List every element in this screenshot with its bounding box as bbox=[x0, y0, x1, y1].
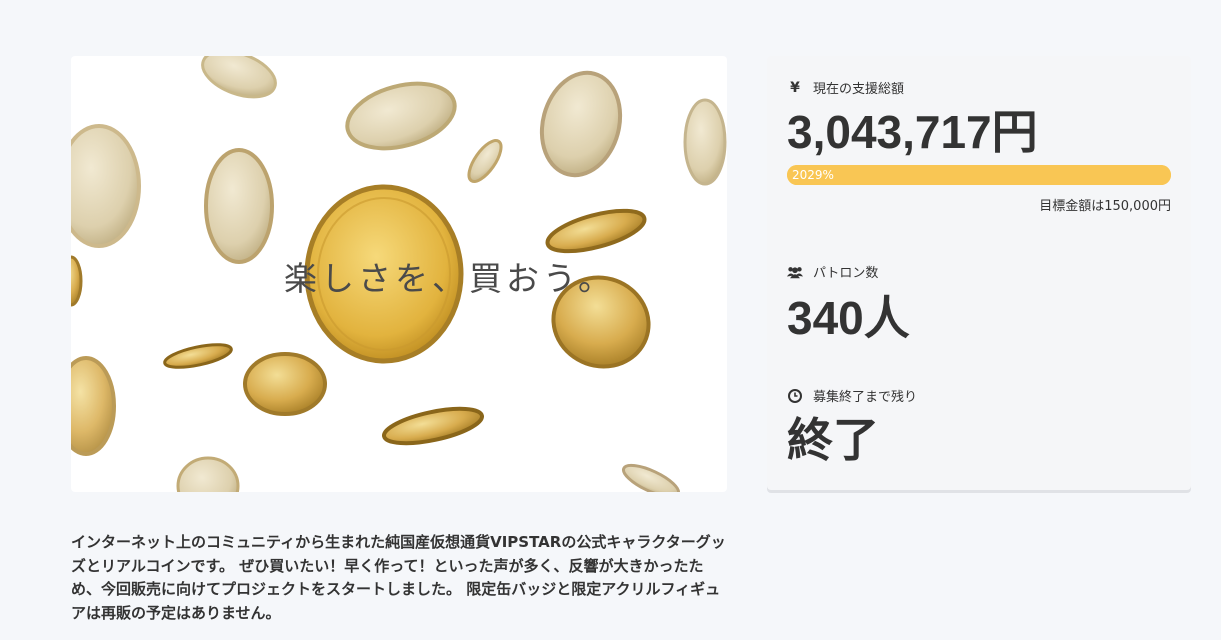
coin bbox=[467, 139, 503, 183]
backers-value: 340人 bbox=[787, 292, 910, 344]
hero-caption: 楽しさを、買おう。 bbox=[283, 259, 615, 298]
project-description: インターネット上のコミュニティから生まれた純国産仮想通貨VIPSTARの公式キャ… bbox=[71, 533, 726, 622]
coin bbox=[201, 56, 277, 99]
coin bbox=[345, 81, 457, 151]
coin bbox=[163, 343, 233, 369]
funding-amount-value: 3,043,717円 bbox=[787, 106, 1038, 158]
coin bbox=[539, 70, 623, 178]
funding-amount-label: 現在の支援総額 bbox=[813, 82, 905, 97]
funding-progress-fill: 2029% bbox=[787, 165, 1171, 185]
funding-amount-section: ¥ 現在の支援総額 3,043,717円 2029% 目標金額は150,000円 bbox=[787, 78, 1171, 214]
coin bbox=[545, 208, 647, 254]
funding-goal: 目標金額は150,000円 bbox=[1039, 199, 1171, 214]
clock-icon bbox=[787, 388, 803, 404]
funding-progress-bar: 2029% bbox=[787, 165, 1171, 185]
coin bbox=[683, 98, 727, 186]
coin bbox=[621, 463, 681, 492]
users-icon bbox=[787, 264, 803, 280]
backers-section: パトロン数 340人 bbox=[787, 262, 1171, 345]
project-hero-image: 楽しさを、買おう。 bbox=[71, 56, 727, 492]
time-remaining-label: 募集終了まで残り bbox=[813, 390, 918, 405]
coin bbox=[382, 406, 484, 446]
coin bbox=[71, 356, 116, 456]
coin bbox=[176, 456, 240, 492]
backers-label: パトロン数 bbox=[813, 266, 879, 281]
coin bbox=[71, 124, 141, 248]
funding-stats-panel: ¥ 現在の支援総額 3,043,717円 2029% 目標金額は150,000円… bbox=[767, 56, 1191, 490]
coin bbox=[204, 148, 274, 264]
time-remaining-section: 募集終了まで残り 終了 bbox=[787, 386, 1171, 467]
time-remaining-value: 終了 bbox=[787, 414, 879, 466]
coin bbox=[243, 352, 327, 416]
yen-icon: ¥ bbox=[790, 79, 800, 96]
